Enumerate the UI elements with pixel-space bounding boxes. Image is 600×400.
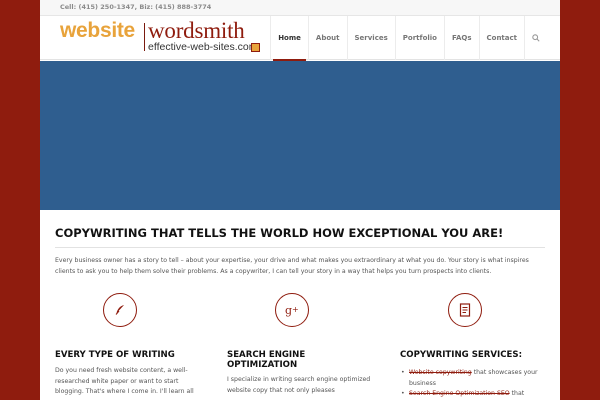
- feature-text-seo: I specialize in writing search engine op…: [227, 376, 371, 394]
- nav-faqs[interactable]: FAQs: [443, 16, 479, 60]
- service-desc: that: [509, 390, 525, 397]
- feature-text-writing: Do you need fresh website content, a wel…: [55, 367, 194, 395]
- service-link-seo[interactable]: Search Engine Optimization SEO: [409, 390, 510, 397]
- list-item: Website copywriting that showcases your …: [400, 368, 550, 389]
- service-link-website-copywriting[interactable]: Website copywriting: [409, 369, 472, 376]
- logo-badge-icon: [251, 43, 260, 52]
- topbar: Cell: (415) 250-1347, Biz: (415) 888-377…: [40, 0, 560, 16]
- services-list: Website copywriting that showcases your …: [400, 368, 550, 400]
- quill-icon: [103, 293, 137, 327]
- site-logo[interactable]: website wordsmith effective-web-sites.co…: [60, 18, 260, 57]
- google-plus-icon: g +: [275, 293, 309, 327]
- intro-text: Every business owner has a story to tell…: [55, 257, 529, 275]
- contact-info: Cell: (415) 250-1347, Biz: (415) 888-377…: [60, 3, 212, 11]
- divider: [55, 247, 545, 248]
- main-nav: Home About Services Portfolio FAQs Conta…: [270, 16, 546, 61]
- hero-banner: [40, 61, 560, 210]
- svg-text:+: +: [292, 305, 299, 314]
- feature-title-services: COPYWRITING SERVICES:: [400, 350, 523, 360]
- header: website wordsmith effective-web-sites.co…: [40, 16, 560, 61]
- feature-title-seo: SEARCH ENGINE OPTIMIZATION: [227, 350, 306, 370]
- nav-contact[interactable]: Contact: [478, 16, 525, 60]
- search-icon[interactable]: [524, 16, 546, 60]
- page: Cell: (415) 250-1347, Biz: (415) 888-377…: [40, 0, 560, 400]
- feature-title-writing: EVERY TYPE OF WRITING: [55, 350, 175, 360]
- logo-domain: effective-web-sites.com: [148, 41, 258, 53]
- nav-services[interactable]: Services: [346, 16, 395, 60]
- page-headline: COPYWRITING THAT TELLS THE WORLD HOW EXC…: [55, 226, 504, 240]
- logo-website: website: [60, 19, 135, 42]
- list-item: Search Engine Optimization SEO that: [400, 389, 550, 400]
- logo-divider: [144, 23, 145, 51]
- nav-about[interactable]: About: [307, 16, 347, 60]
- nav-portfolio[interactable]: Portfolio: [394, 16, 444, 60]
- nav-home[interactable]: Home: [270, 16, 308, 61]
- svg-text:g: g: [285, 304, 292, 317]
- document-icon: [448, 293, 482, 327]
